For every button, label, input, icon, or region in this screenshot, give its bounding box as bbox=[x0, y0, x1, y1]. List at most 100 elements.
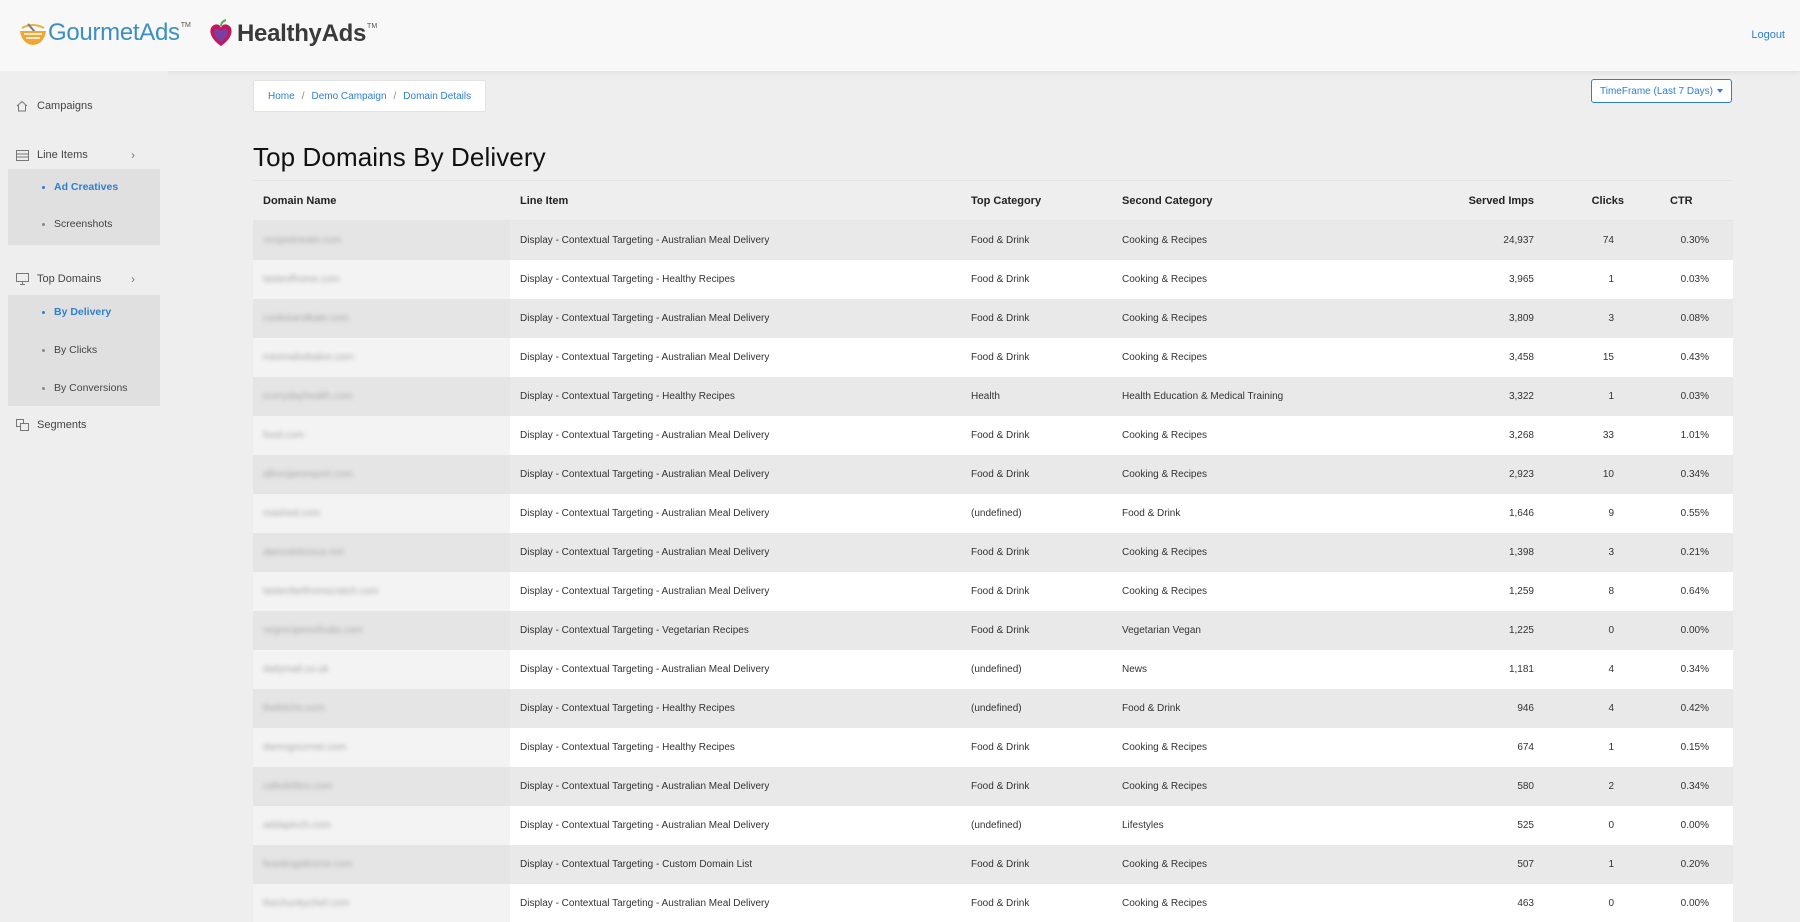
table-row[interactable]: cookieandkate.com Display - Contextual Ta… bbox=[253, 298, 1733, 338]
cell-clicks: 15 bbox=[1572, 337, 1644, 377]
column-header-clicks[interactable]: Clicks bbox=[1572, 180, 1644, 221]
cell-ctr: 0.34% bbox=[1644, 766, 1733, 806]
chevron-right-icon: › bbox=[131, 148, 135, 162]
timeframe-dropdown[interactable]: TimeFrame (Last 7 Days) bbox=[1591, 79, 1732, 103]
cell-clicks: 1 bbox=[1572, 259, 1644, 299]
table-row[interactable]: tasteofhome.com Display - Contextual Targ… bbox=[253, 259, 1733, 299]
cell-domain: damndelicious.net bbox=[253, 532, 510, 572]
cell-ctr: 0.30% bbox=[1644, 220, 1733, 260]
cell-top-category: Food & Drink bbox=[961, 259, 1112, 299]
cell-domain: thechunkychef.com bbox=[253, 883, 510, 922]
cell-ctr: 1.01% bbox=[1644, 415, 1733, 455]
cell-clicks: 74 bbox=[1572, 220, 1644, 260]
cell-domain: addapinch.com bbox=[253, 805, 510, 845]
cell-line-item: Display - Contextual Targeting - Austral… bbox=[510, 454, 961, 494]
sidebar-item-by-clicks[interactable]: By Clicks bbox=[8, 335, 160, 365]
domain-name-text: thekitchn.com bbox=[263, 702, 325, 714]
chevron-right-icon: › bbox=[131, 272, 135, 286]
table-row[interactable]: food.com Display - Contextual Targeting -… bbox=[253, 415, 1733, 455]
cell-clicks: 2 bbox=[1572, 766, 1644, 806]
cell-second-category: Cooking & Recipes bbox=[1112, 220, 1412, 260]
healthyads-logo[interactable]: HealthyAds TM bbox=[205, 18, 377, 50]
cell-domain: allrecipesreport.com bbox=[253, 454, 510, 494]
cell-served-imps: 674 bbox=[1412, 727, 1572, 767]
cell-served-imps: 24,937 bbox=[1412, 220, 1572, 260]
column-header-top-category[interactable]: Top Category bbox=[961, 180, 1112, 221]
bullet-icon bbox=[42, 310, 45, 314]
breadcrumb-domain-details[interactable]: Domain Details bbox=[403, 91, 471, 102]
table-row[interactable]: everydayhealth.com Display - Contextual T… bbox=[253, 376, 1733, 416]
table-row[interactable]: thechunkychef.com Display - Contextual Ta… bbox=[253, 883, 1733, 922]
cell-domain: everydayhealth.com bbox=[253, 376, 510, 416]
sidebar-item-by-delivery[interactable]: By Delivery bbox=[8, 297, 160, 327]
table-row[interactable]: addapinch.com Display - Contextual Target… bbox=[253, 805, 1733, 845]
cell-second-category: Health Education & Medical Training bbox=[1112, 376, 1412, 416]
table-row[interactable]: damngourmet.com Display - Contextual Targ… bbox=[253, 727, 1733, 767]
cell-line-item: Display - Contextual Targeting - Austral… bbox=[510, 532, 961, 572]
sidebar-item-label: Top Domains bbox=[37, 273, 102, 285]
column-header-domain[interactable]: Domain Name bbox=[253, 180, 510, 221]
cell-clicks: 0 bbox=[1572, 805, 1644, 845]
table-row[interactable]: minimalistbaker.com Display - Contextual … bbox=[253, 337, 1733, 377]
cell-served-imps: 3,268 bbox=[1412, 415, 1572, 455]
cell-line-item: Display - Contextual Targeting - Austral… bbox=[510, 298, 961, 338]
cell-top-category: (undefined) bbox=[961, 805, 1112, 845]
sidebar-item-segments[interactable]: Segments bbox=[0, 410, 168, 440]
cell-line-item: Display - Contextual Targeting - Healthy… bbox=[510, 376, 961, 416]
breadcrumb-demo-campaign[interactable]: Demo Campaign bbox=[311, 91, 386, 102]
cell-ctr: 0.03% bbox=[1644, 259, 1733, 299]
table-row[interactable]: vegrecipesofindia.com Display - Contextua… bbox=[253, 610, 1733, 650]
cell-second-category: Cooking & Recipes bbox=[1112, 883, 1412, 922]
sidebar-item-line-items[interactable]: Line Items › bbox=[0, 140, 168, 170]
table-row[interactable]: cafedelites.com Display - Contextual Targ… bbox=[253, 766, 1733, 806]
table-row[interactable]: feastingathome.com Display - Contextual T… bbox=[253, 844, 1733, 884]
cell-ctr: 0.34% bbox=[1644, 649, 1733, 689]
gourmetads-logo[interactable]: GourmetAds TM bbox=[18, 18, 191, 48]
breadcrumb-home[interactable]: Home bbox=[268, 91, 295, 102]
domain-name-text: vegrecipesofindia.com bbox=[263, 624, 363, 636]
sidebar-item-ad-creatives[interactable]: Ad Creatives bbox=[8, 172, 160, 202]
domain-name-text: cafedelites.com bbox=[263, 780, 333, 792]
cell-top-category: Food & Drink bbox=[961, 454, 1112, 494]
cell-second-category: Cooking & Recipes bbox=[1112, 298, 1412, 338]
cell-domain: mashed.com bbox=[253, 493, 510, 533]
table-row[interactable]: dailymail.co.uk Display - Contextual Targ… bbox=[253, 649, 1733, 689]
table-row[interactable]: allrecipesreport.com Display - Contextual… bbox=[253, 454, 1733, 494]
cell-served-imps: 1,259 bbox=[1412, 571, 1572, 611]
cell-line-item: Display - Contextual Targeting - Austral… bbox=[510, 766, 961, 806]
domain-name-text: dailymail.co.uk bbox=[263, 663, 329, 675]
sidebar-item-label: Segments bbox=[37, 419, 87, 431]
column-header-line-item[interactable]: Line Item bbox=[510, 180, 961, 221]
cell-ctr: 0.20% bbox=[1644, 844, 1733, 884]
cell-domain: vegrecipesofindia.com bbox=[253, 610, 510, 650]
table-row[interactable]: mashed.com Display - Contextual Targeting… bbox=[253, 493, 1733, 533]
top-domains-submenu: By Delivery By Clicks By Conversions bbox=[8, 295, 160, 406]
sidebar-item-by-conversions[interactable]: By Conversions bbox=[8, 373, 160, 403]
cell-top-category: Food & Drink bbox=[961, 727, 1112, 767]
cell-top-category: Food & Drink bbox=[961, 532, 1112, 572]
cell-second-category: Cooking & Recipes bbox=[1112, 571, 1412, 611]
sidebar-item-campaigns[interactable]: Campaigns bbox=[0, 91, 168, 121]
cell-ctr: 0.34% bbox=[1644, 454, 1733, 494]
column-header-ctr[interactable]: CTR bbox=[1644, 180, 1733, 221]
bullet-icon bbox=[42, 348, 45, 352]
table-row[interactable]: recipetineats.com Display - Contextual Ta… bbox=[253, 220, 1733, 260]
cell-clicks: 3 bbox=[1572, 532, 1644, 572]
table-row[interactable]: thekitchn.com Display - Contextual Target… bbox=[253, 688, 1733, 728]
domain-name-text: tasteofartfromscratch.com bbox=[263, 585, 379, 597]
table-row[interactable]: damndelicious.net Display - Contextual Ta… bbox=[253, 532, 1733, 572]
sidebar-item-screenshots[interactable]: Screenshots bbox=[8, 209, 160, 239]
sidebar-item-top-domains[interactable]: Top Domains › bbox=[0, 264, 168, 294]
column-header-second-category[interactable]: Second Category bbox=[1112, 180, 1412, 221]
cell-second-category: Food & Drink bbox=[1112, 688, 1412, 728]
cell-clicks: 1 bbox=[1572, 844, 1644, 884]
logout-link[interactable]: Logout bbox=[1751, 29, 1785, 41]
cell-domain: feastingathome.com bbox=[253, 844, 510, 884]
cell-second-category: News bbox=[1112, 649, 1412, 689]
healthyads-wordmark: HealthyAds bbox=[237, 20, 367, 47]
table-row[interactable]: tasteofartfromscratch.com Display - Conte… bbox=[253, 571, 1733, 611]
cell-clicks: 4 bbox=[1572, 688, 1644, 728]
column-header-served-imps[interactable]: Served Imps bbox=[1412, 180, 1572, 221]
cell-domain: cookieandkate.com bbox=[253, 298, 510, 338]
domains-table: Domain Name Line Item Top Category Secon… bbox=[253, 180, 1733, 922]
